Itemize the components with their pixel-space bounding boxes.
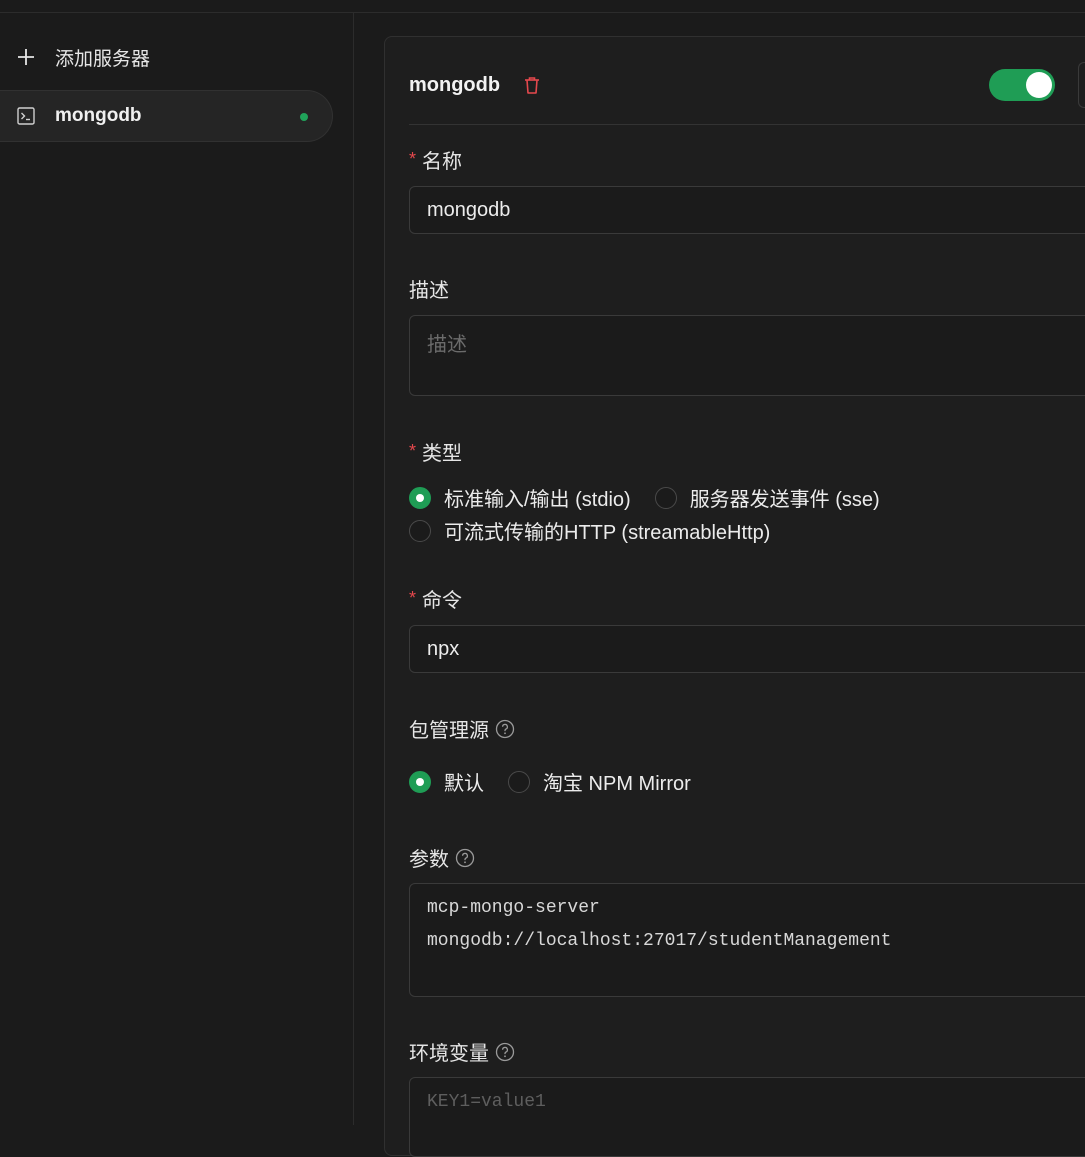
radio-circle-checked <box>409 486 431 509</box>
card-header: mongodb <box>409 63 1085 107</box>
name-input-value: mongodb <box>427 198 511 221</box>
server-item-mongodb[interactable]: mongodb <box>0 90 333 142</box>
registry-radio-row: 默认 淘宝 NPM Mirror <box>409 767 715 796</box>
radio-circle <box>508 770 530 793</box>
description-textarea[interactable]: 描述 <box>409 315 1085 396</box>
name-input[interactable]: mongodb <box>409 186 1085 234</box>
registry-taobao-label: 淘宝 NPM Mirror <box>543 773 691 795</box>
args-label-text: 参数 <box>409 849 449 871</box>
env-textarea[interactable]: KEY1=value1 <box>409 1077 1085 1157</box>
type-radio-row-1: 标准输入/输出 (stdio) 服务器发送事件 (sse) <box>409 483 904 512</box>
args-line: mongodb://localhost:27017/studentManagem… <box>427 931 892 951</box>
required-mark: * <box>409 588 417 608</box>
registry-default-label: 默认 <box>444 773 484 795</box>
add-server-label: 添加服务器 <box>55 48 151 70</box>
type-field-label: * 类型 <box>409 437 462 466</box>
help-icon[interactable] <box>495 719 515 739</box>
header-action-button[interactable] <box>1078 62 1085 108</box>
type-sse-label: 服务器发送事件 (sse) <box>689 489 880 511</box>
registry-radio-taobao[interactable]: 淘宝 NPM Mirror <box>508 767 691 796</box>
type-radio-row-2: 可流式传输的HTTP (streamableHttp) <box>409 516 794 545</box>
description-placeholder: 描述 <box>427 334 467 356</box>
name-field-label: * 名称 <box>409 145 462 174</box>
top-bar <box>0 0 1085 13</box>
env-field-label: 环境变量 <box>409 1037 515 1066</box>
server-title: mongodb <box>409 73 501 96</box>
plus-icon <box>12 43 40 71</box>
radio-circle <box>654 486 677 509</box>
command-input[interactable]: npx <box>409 625 1085 673</box>
radio-circle <box>409 519 431 542</box>
env-placeholder: KEY1=value1 <box>427 1092 546 1112</box>
args-textarea[interactable]: mcp-mongo-server mongodb://localhost:270… <box>409 883 1085 997</box>
server-item-label: mongodb <box>55 105 142 126</box>
description-label-text: 描述 <box>409 280 449 302</box>
server-enabled-toggle[interactable] <box>989 69 1055 101</box>
type-radio-stdio[interactable]: 标准输入/输出 (stdio) <box>409 483 631 512</box>
toggle-knob <box>1026 72 1052 98</box>
registry-radio-default[interactable]: 默认 <box>409 767 484 796</box>
type-radio-sse[interactable]: 服务器发送事件 (sse) <box>654 483 880 512</box>
registry-label-text: 包管理源 <box>409 720 489 742</box>
help-icon[interactable] <box>495 1042 515 1062</box>
command-input-value: npx <box>427 637 460 660</box>
type-stdio-label: 标准输入/输出 (stdio) <box>444 489 631 511</box>
help-icon[interactable] <box>455 848 475 868</box>
delete-server-button[interactable] <box>521 74 543 96</box>
add-server-button[interactable]: 添加服务器 <box>12 41 150 73</box>
command-label-text: 命令 <box>422 590 463 612</box>
trash-icon <box>525 77 540 94</box>
type-radio-streamable-http[interactable]: 可流式传输的HTTP (streamableHttp) <box>409 516 770 545</box>
description-field-label: 描述 <box>409 274 449 303</box>
terminal-icon <box>16 106 36 126</box>
status-dot <box>300 113 308 121</box>
server-settings-card: mongodb * 名称 mongodb 描述 描述 * 类型 标准输入/输出 … <box>384 36 1085 1157</box>
env-label-text: 环境变量 <box>409 1043 489 1065</box>
type-label-text: 类型 <box>422 443 463 465</box>
main-panel: mongodb * 名称 mongodb 描述 描述 * 类型 标准输入/输出 … <box>354 13 1085 1157</box>
type-http-label: 可流式传输的HTTP (streamableHttp) <box>444 522 771 544</box>
args-field-label: 参数 <box>409 843 475 872</box>
required-mark: * <box>409 441 417 461</box>
registry-field-label: 包管理源 <box>409 714 515 743</box>
required-mark: * <box>409 149 417 169</box>
command-field-label: * 命令 <box>409 584 462 613</box>
header-divider <box>409 124 1085 125</box>
name-label-text: 名称 <box>422 151 463 173</box>
sidebar: 添加服务器 mongodb <box>0 13 354 1125</box>
radio-circle-checked <box>409 770 431 793</box>
args-line: mcp-mongo-server <box>427 898 600 918</box>
